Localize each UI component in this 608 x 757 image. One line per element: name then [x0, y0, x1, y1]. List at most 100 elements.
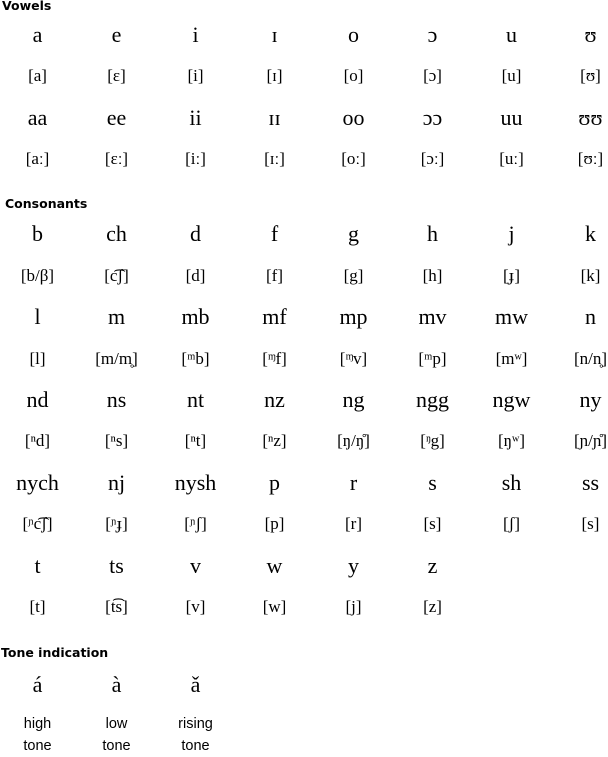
ipa-transcription: [p]	[264, 514, 285, 533]
letter-cell: ɔ	[427, 22, 438, 47]
ipa-transcription: [ⁿt]	[184, 431, 207, 450]
ipa-transcription: [t͡s]	[105, 597, 128, 616]
ipa-transcription: [k]	[580, 266, 601, 285]
ipa-transcription: [ᵑg]	[420, 431, 445, 450]
consonants-letter-row: l m mb mf mp mv mw n	[0, 302, 608, 332]
letter-cell: k	[585, 221, 596, 246]
ipa-transcription: [ᵐb]	[181, 349, 210, 368]
tone-symbol: ǎ	[190, 672, 201, 697]
vowels-ipa-row: [aː] [ɛː] [iː] [ɪː] [oː] [ɔː] [uː] [ʊː]	[0, 144, 608, 174]
letter-cell: sh	[501, 470, 522, 495]
tone-symbol: á	[32, 672, 43, 697]
ipa-transcription: [j]	[345, 597, 362, 616]
letter-cell: m	[107, 304, 126, 329]
ipa-transcription: [n/n̥]	[573, 349, 608, 368]
letter-cell: f	[270, 221, 279, 246]
tone-label-line1: high	[23, 716, 52, 732]
ipa-transcription: [ɔː]	[420, 149, 445, 168]
ipa-transcription: [ɛ]	[107, 66, 126, 85]
ipa-transcription: [v]	[185, 597, 206, 616]
letter-cell: ch	[106, 221, 127, 246]
ipa-transcription: [ᶮɟ]	[105, 514, 128, 533]
ipa-transcription: [ɪ]	[266, 66, 283, 85]
letter-cell: aa	[27, 105, 48, 130]
ipa-transcription: [ᶬv]	[339, 349, 368, 368]
letter-cell: r	[349, 470, 358, 495]
ipa-transcription: [ⁿd]	[24, 431, 51, 450]
letter-cell: ns	[106, 387, 127, 412]
letter-cell: mf	[262, 304, 287, 329]
letter-cell: nz	[264, 387, 285, 412]
letter-cell: g	[348, 221, 359, 246]
consonants-ipa-row: [l] [m/m̥] [ᵐb] [ᶬf] [ᶬv] [ᵐp] [mʷ] [n/n̥]	[0, 344, 608, 374]
letter-cell: z	[427, 553, 438, 578]
letter-cell: a	[32, 22, 43, 47]
vowels-ipa-row: [a] [ɛ] [i] [ɪ] [o] [ɔ] [u] [ʊ]	[0, 61, 608, 91]
letter-cell: o	[348, 22, 359, 47]
ipa-transcription: [ⁿz]	[262, 431, 287, 450]
letter-cell: ng	[342, 387, 365, 412]
ipa-transcription: [r]	[345, 514, 362, 533]
ipa-transcription: [iː]	[185, 149, 206, 168]
ipa-transcription: [ŋ/ŋ̊]	[337, 431, 370, 450]
letter-cell: p	[269, 470, 280, 495]
letter-cell: ss	[581, 470, 600, 495]
ipa-transcription: [c͡ʃ]	[104, 266, 129, 285]
ipa-transcription: [ᶮc͡ʃ]	[22, 514, 53, 533]
tone-label-line1: low	[105, 716, 128, 732]
letter-cell: n	[585, 304, 596, 329]
ipa-transcription: [ᵐp]	[418, 349, 447, 368]
ipa-transcription: [ᶮʃ]	[184, 514, 207, 533]
ipa-transcription: [oː]	[341, 149, 366, 168]
ipa-transcription: [i]	[187, 66, 204, 85]
ipa-transcription: [w]	[262, 597, 287, 616]
ipa-transcription: [b/β]	[20, 266, 55, 285]
letter-cell: ɪ	[271, 22, 278, 47]
vowels-letter-row: aa ee ii ɪɪ oo ɔɔ uu ʊʊ	[0, 103, 608, 133]
ipa-transcription: [ᶬf]	[262, 349, 287, 368]
ipa-transcription: [ɟ]	[503, 266, 520, 285]
letter-cell: l	[34, 304, 41, 329]
ipa-transcription: [ɔ]	[423, 66, 442, 85]
ipa-transcription: [ɛː]	[104, 149, 129, 168]
consonants-ipa-row: [b/β] [c͡ʃ] [d] [f] [g] [h] [ɟ] [k]	[0, 261, 608, 291]
ipa-transcription: [ɪː]	[264, 149, 285, 168]
ipa-transcription: [mʷ]	[495, 349, 528, 368]
ipa-transcription: [u]	[501, 66, 522, 85]
consonants-letter-row: nd ns nt nz ng ngg ngw ny	[0, 385, 608, 415]
consonants-heading: Consonants	[5, 196, 88, 211]
consonants-ipa-row: [t] [t͡s] [v] [w] [j] [z]	[0, 592, 608, 622]
consonants-letter-row: t ts v w y z	[0, 551, 608, 581]
ipa-transcription: [a]	[28, 66, 47, 85]
letter-cell: i	[192, 22, 199, 47]
letter-cell: ɔɔ	[422, 105, 443, 130]
vowels-letter-row: aeiɪoɔuʊ	[0, 20, 608, 50]
letter-cell: b	[32, 221, 43, 246]
letter-cell: mv	[418, 304, 447, 329]
letter-cell: y	[348, 553, 359, 578]
tone-heading: Tone indication	[1, 645, 109, 660]
ipa-transcription: [l]	[29, 349, 46, 368]
tone-symbol: à	[111, 672, 122, 697]
ipa-transcription: [g]	[343, 266, 364, 285]
ipa-transcription: [ʃ]	[503, 514, 520, 533]
consonants-letter-row: b ch d f g h j k	[0, 219, 608, 249]
tone-label-line1: rising	[178, 716, 213, 732]
ipa-transcription: [ʊ]	[580, 66, 601, 85]
letter-cell: t	[34, 553, 41, 578]
ipa-transcription: [ŋʷ]	[497, 431, 525, 450]
letter-cell: d	[190, 221, 201, 246]
letter-cell: ʊ	[584, 22, 597, 47]
ipa-transcription: [ʊː]	[577, 149, 604, 168]
tone-label-line2: tone	[102, 738, 131, 754]
letter-cell: nysh	[174, 470, 217, 495]
ipa-transcription: [f]	[266, 266, 283, 285]
letter-cell: u	[506, 22, 517, 47]
tone-label: high tone	[0, 713, 77, 757]
vowels-heading: Vowels	[2, 0, 52, 13]
tone-label-line2: tone	[23, 738, 52, 754]
letter-cell: w	[266, 553, 283, 578]
tone-symbol-row: á à ǎ	[0, 670, 608, 700]
letter-cell: j	[508, 221, 515, 246]
tone-label: rising tone	[156, 713, 235, 757]
